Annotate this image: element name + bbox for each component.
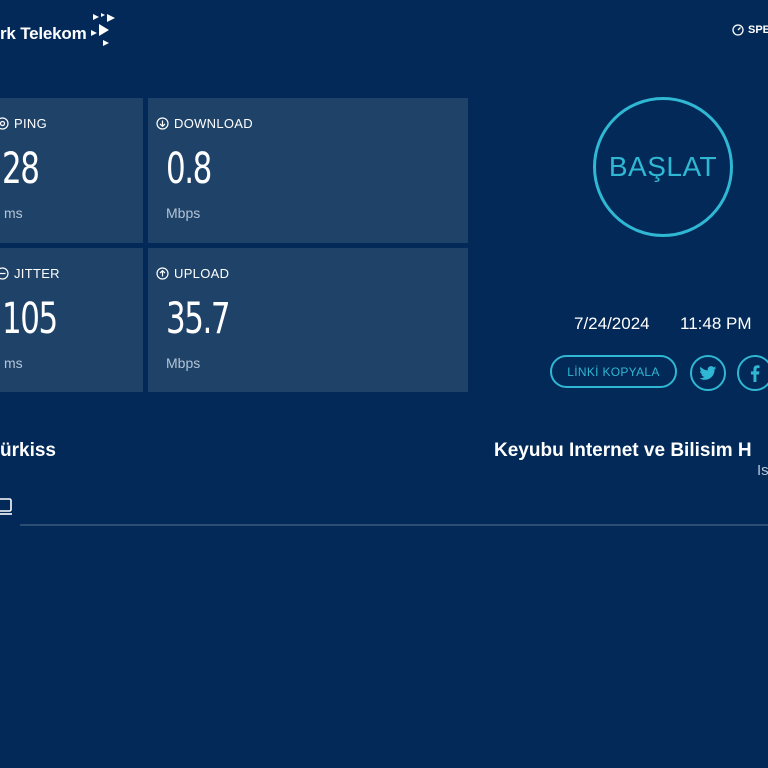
twitter-icon (699, 365, 717, 380)
ping-icon (0, 117, 9, 130)
upload-label: UPLOAD (174, 266, 230, 281)
ping-label: PING (14, 116, 47, 131)
facebook-icon (750, 364, 760, 382)
laptop-icon (0, 498, 12, 515)
speed-link-label: SPE (748, 24, 768, 36)
download-tile: DOWNLOAD 0.8 Mbps (148, 98, 468, 243)
ping-value: 28 (2, 144, 40, 194)
divider-line (20, 524, 768, 526)
facebook-share-button[interactable] (737, 355, 768, 391)
start-button-label: BAŞLAT (608, 151, 718, 182)
upload-icon (156, 267, 169, 280)
isp-location: Is (757, 462, 768, 479)
gauge-icon (732, 24, 744, 36)
download-label-group: DOWNLOAD (156, 116, 253, 131)
jitter-tile: JITTER 105 ms (0, 248, 143, 392)
jitter-icon (0, 267, 9, 280)
jitter-label: JITTER (14, 266, 60, 281)
twitter-share-button[interactable] (690, 355, 726, 391)
download-unit: Mbps (166, 205, 201, 221)
result-date: 7/24/2024 (574, 314, 650, 333)
jitter-label-group: JITTER (0, 266, 60, 281)
upload-value: 35.7 (166, 294, 231, 344)
upload-label-group: UPLOAD (156, 266, 229, 281)
download-label: DOWNLOAD (174, 116, 253, 131)
logo-text: rk Telekom (0, 24, 87, 43)
jitter-unit: ms (4, 355, 23, 371)
download-icon (156, 117, 169, 130)
brand-logo[interactable]: rk Telekom (0, 13, 117, 54)
ping-tile: PING 28 ms (0, 98, 143, 243)
ping-label-group: PING (0, 116, 47, 131)
result-time: 11:48 PM (680, 314, 752, 333)
speed-test-link[interactable]: SPE (732, 24, 768, 36)
jitter-value: 105 (2, 294, 58, 344)
copy-link-button[interactable]: LİNKİ KOPYALA (550, 355, 677, 388)
logo-arrows-icon (90, 13, 115, 46)
isp-name: Keyubu Internet ve Bilisim H (494, 440, 752, 461)
copy-link-label: LİNKİ KOPYALA (567, 364, 660, 379)
server-name: ürkiss (0, 440, 56, 461)
upload-unit: Mbps (166, 355, 201, 371)
upload-tile: UPLOAD 35.7 Mbps (148, 248, 468, 392)
ping-unit: ms (4, 205, 23, 221)
download-value: 0.8 (166, 144, 212, 194)
start-test-button[interactable]: BAŞLAT (593, 97, 733, 237)
